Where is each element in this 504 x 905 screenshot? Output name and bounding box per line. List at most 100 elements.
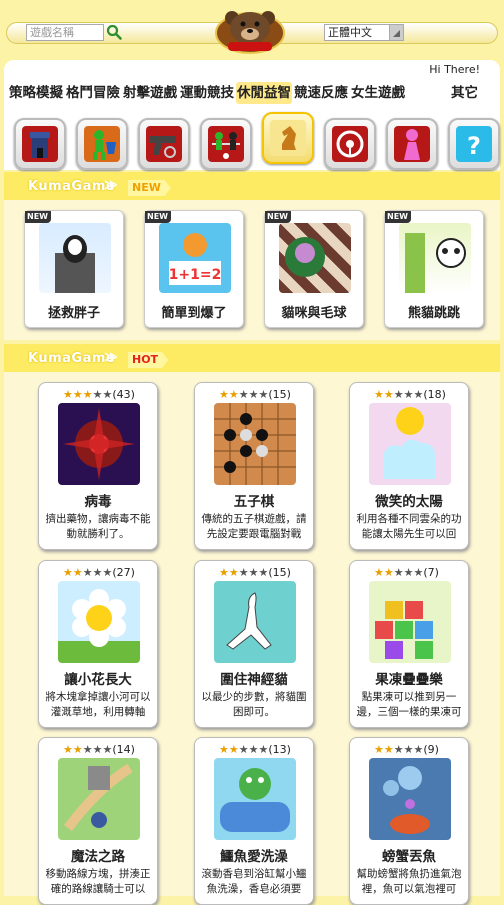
star-rating: ★★★★★(43) (63, 388, 135, 401)
star-rating: ★★★★★(13) (219, 743, 291, 756)
game-description: 滾動香皂到浴缸幫小鱷魚洗澡，香皂必須要直... (201, 868, 307, 895)
hot-game-card[interactable]: ★★★★★(15) 圍住神經貓 以最少的步數，將貓圍困即可。 (194, 560, 314, 728)
game-title: 熊貓跳跳 (407, 306, 460, 321)
search-input[interactable]: 遊戲名稱 (26, 24, 104, 41)
hot-section-header: KumaGame ≫ HOT (4, 344, 500, 374)
star-empty-icon: ★ (238, 388, 249, 401)
hot-game-card[interactable]: ★★★★★(9)螃蟹丟魚幫助螃蟹將魚扔進氣泡裡，魚可以氣泡裡可以... (349, 737, 469, 905)
hot-game-card[interactable]: ★★★★★(27) 讓小花長大將木塊拿掉讓小河可以灌溉草地，利用轉軸開... (38, 560, 158, 728)
game-thumbnail (369, 581, 451, 663)
star-empty-icon: ★ (258, 743, 269, 756)
star-empty-icon: ★ (102, 566, 113, 579)
star-empty-icon: ★ (393, 566, 404, 579)
new-section-header: KumaGame ≫ NEW (4, 172, 500, 202)
new-game-card[interactable]: NEW 貓咪與毛球 (264, 210, 364, 328)
tab-racing[interactable]: 競速反應 (293, 82, 349, 104)
game-description: 擠出藥物，讓病毒不能動就勝利了。 (45, 513, 151, 540)
game-title: 螃蟹丟魚 (382, 849, 436, 865)
star-filled-icon: ★ (374, 566, 384, 579)
game-description: 傳統的五子棋遊戲，請先設定要跟電腦對戰或... (201, 513, 307, 540)
new-badge: NEW (145, 211, 171, 223)
tab-girls[interactable]: 女生遊戲 (350, 82, 406, 104)
star-empty-icon: ★ (413, 743, 424, 756)
category-button-sports[interactable] (200, 118, 252, 170)
new-game-card[interactable]: NEW 熊貓跳跳 (384, 210, 484, 328)
category-button-casual-puzzle[interactable] (262, 112, 314, 164)
game-thumbnail (279, 223, 351, 293)
search-icon[interactable] (106, 24, 122, 40)
star-filled-icon: ★ (383, 743, 394, 756)
new-badge: NEW (25, 211, 51, 223)
hot-game-card[interactable]: ★★★★★(14)魔法之路移動路線方塊，拼湊正確的路線讓騎士可以成... (38, 737, 158, 905)
game-thumbnail (58, 403, 140, 485)
category-button-racing[interactable] (324, 118, 376, 170)
new-badge: NEW (385, 211, 411, 223)
new-game-card[interactable]: NEW 拯救胖子 (24, 210, 124, 328)
game-title: 簡單到爆了 (161, 306, 227, 321)
category-button-shooting[interactable] (138, 118, 190, 170)
category-button-girls[interactable] (386, 118, 438, 170)
star-rating: ★★★★★(7) (374, 566, 439, 579)
tab-strategy[interactable]: 策略模擬 (8, 82, 64, 104)
star-empty-icon: ★ (258, 566, 269, 579)
category-button-strategy[interactable] (14, 118, 66, 170)
new-badge: NEW (265, 211, 291, 223)
game-thumbnail (58, 581, 140, 663)
star-rating: ★★★★★(27) (63, 566, 135, 579)
rating-count: (14) (112, 743, 135, 756)
game-thumbnail (399, 223, 471, 293)
game-title: 圍住神經貓 (220, 672, 288, 688)
star-filled-icon: ★ (228, 566, 239, 579)
tab-casual-puzzle[interactable]: 休閒益智 (236, 82, 292, 104)
star-empty-icon: ★ (248, 566, 259, 579)
new-game-card[interactable]: NEW 1+1=2 簡單到爆了 (144, 210, 244, 328)
pistol-icon (146, 126, 182, 162)
game-title: 拯救胖子 (47, 306, 100, 321)
hot-game-card[interactable]: ★★★★★(18)微笑的太陽利用各種不同雲朵的功能讓太陽先生可以回到... (349, 382, 469, 550)
category-button-fighting[interactable] (76, 118, 128, 170)
star-empty-icon: ★ (248, 743, 259, 756)
star-empty-icon: ★ (413, 388, 424, 401)
game-thumbnail (58, 758, 140, 840)
category-button-other[interactable]: ? (448, 118, 500, 170)
language-value: 正體中文 (328, 26, 372, 39)
game-thumbnail (369, 758, 451, 840)
star-filled-icon: ★ (228, 743, 239, 756)
game-thumbnail (369, 403, 451, 485)
game-description: 將木塊拿掉讓小河可以灌溉草地，利用轉軸開... (45, 691, 151, 718)
tab-sports[interactable]: 運動競技 (179, 82, 235, 104)
star-empty-icon: ★ (92, 743, 103, 756)
game-title: 讓小花長大 (64, 672, 132, 688)
game-description: 以最少的步數，將貓圍困即可。 (201, 691, 307, 718)
rating-count: (13) (268, 743, 291, 756)
star-empty-icon: ★ (102, 388, 113, 401)
game-thumbnail (39, 223, 111, 293)
dropdown-arrow-icon[interactable] (389, 25, 403, 40)
star-filled-icon: ★ (72, 388, 83, 401)
star-empty-icon: ★ (82, 566, 93, 579)
star-filled-icon: ★ (383, 388, 394, 401)
game-title: 病毒 (84, 494, 112, 510)
star-empty-icon: ★ (238, 743, 249, 756)
star-empty-icon: ★ (393, 388, 404, 401)
hot-game-card[interactable]: ★★★★★(13)鱷魚愛洗澡滾動香皂到浴缸幫小鱷魚洗澡，香皂必須要直... (194, 737, 314, 905)
game-title: 貓咪與毛球 (281, 306, 347, 321)
kumagame-logo[interactable] (214, 6, 286, 56)
tab-shooting[interactable]: 射擊遊戲 (122, 82, 178, 104)
star-rating: ★★★★★(15) (219, 388, 291, 401)
language-select[interactable]: 正體中文 (324, 24, 404, 41)
hot-game-card[interactable]: ★★★★★(43) 病毒 擠出藥物，讓病毒不能動就勝利了。 (38, 382, 158, 550)
double-chevron-icon: ≫ (104, 178, 118, 193)
game-title: 魔法之路 (71, 849, 125, 865)
tab-fighting[interactable]: 格鬥冒險 (65, 82, 121, 104)
star-filled-icon: ★ (219, 388, 229, 401)
star-filled-icon: ★ (72, 566, 83, 579)
hot-game-card[interactable]: ★★★★★(15)五子棋傳統的五子棋遊戲，請先設定要跟電腦對戰或... (194, 382, 314, 550)
tab-other[interactable]: 其它 (450, 82, 479, 104)
star-empty-icon: ★ (92, 566, 103, 579)
game-title: 果凍疊疊樂 (375, 672, 443, 688)
star-empty-icon: ★ (258, 388, 269, 401)
hot-game-card[interactable]: ★★★★★(7)果凍疊疊樂點果凍可以推到另一邊，三個一樣的果凍可以... (349, 560, 469, 728)
star-empty-icon: ★ (393, 743, 404, 756)
star-filled-icon: ★ (228, 388, 239, 401)
